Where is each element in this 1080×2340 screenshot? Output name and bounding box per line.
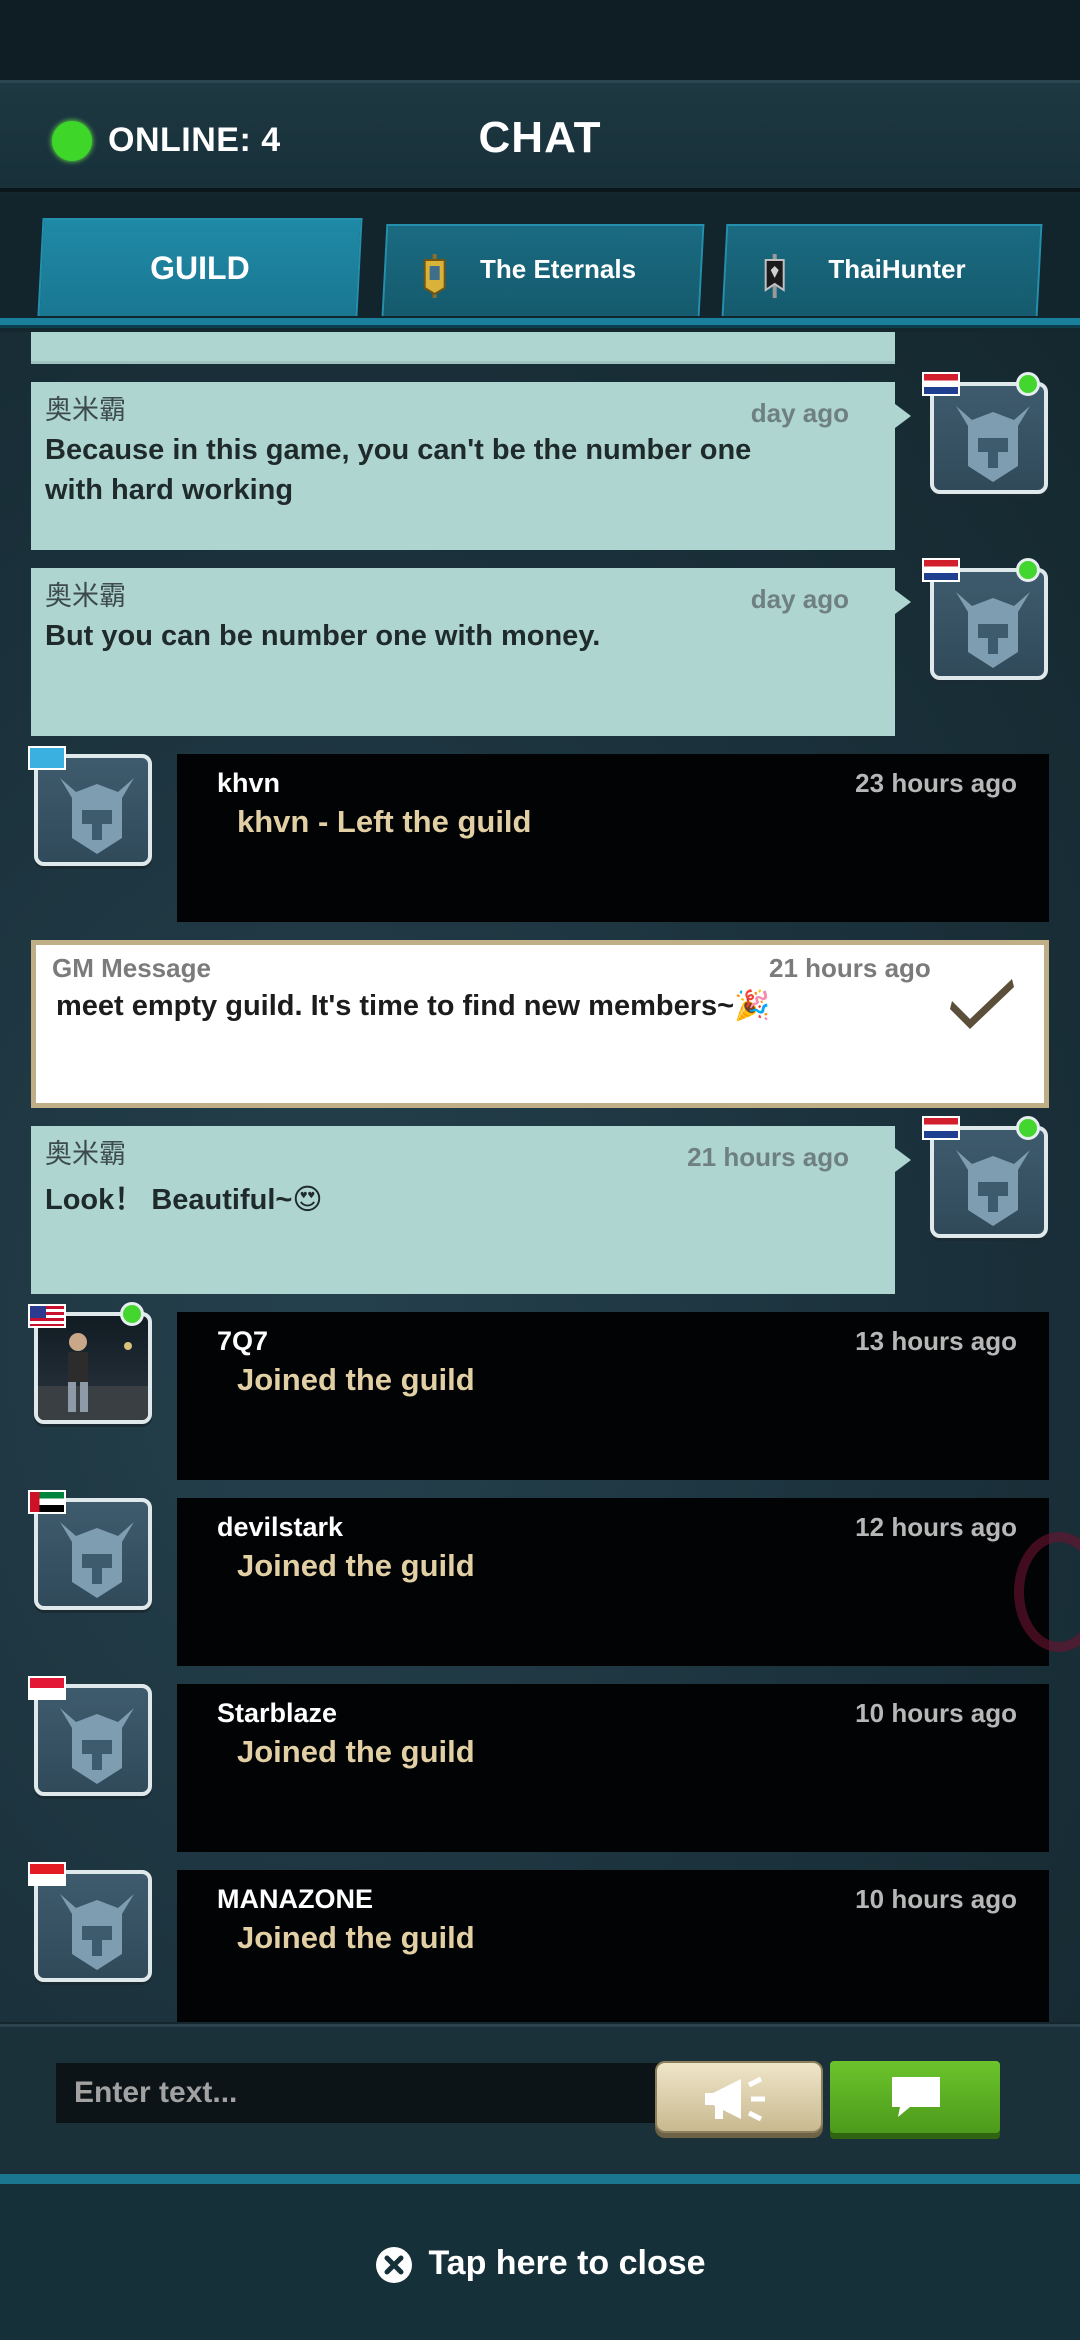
- message-bubble-own[interactable]: 奥米霸 day ago Because in this game, you ca…: [31, 382, 911, 550]
- message-time: 12 hours ago: [855, 1512, 1017, 1542]
- default-helmet-icon: [956, 1150, 1030, 1226]
- country-flag-singapore: [28, 1676, 66, 1700]
- default-helmet-icon: [60, 1708, 134, 1784]
- close-label: Tap here to close: [428, 2244, 706, 2282]
- message-time: 10 hours ago: [855, 1698, 1017, 1728]
- close-bar[interactable]: Tap here to close: [0, 2174, 1080, 2340]
- country-flag-indonesia: [28, 1862, 66, 1886]
- avatar[interactable]: [34, 1870, 152, 1982]
- tab-label: GUILD: [150, 250, 250, 286]
- default-helmet-icon: [60, 778, 134, 854]
- message-text: Because in this game, you can't be the n…: [45, 434, 752, 506]
- message-time: day ago: [750, 584, 849, 614]
- default-helmet-icon: [956, 406, 1030, 482]
- tab-thaihunter[interactable]: ThaiHunter: [721, 224, 1043, 316]
- avatar[interactable]: [34, 1498, 152, 1610]
- message-time: 21 hours ago: [687, 1142, 849, 1172]
- announce-button[interactable]: [655, 2061, 823, 2133]
- system-event-text: Joined the guild: [237, 1920, 475, 1955]
- default-helmet-icon: [60, 1522, 134, 1598]
- avatar[interactable]: [34, 754, 152, 866]
- online-indicator: [120, 1302, 144, 1326]
- message-list[interactable]: 奥米霸 day ago Because in this game, you ca…: [0, 332, 1080, 2022]
- sender-name: 奥米霸: [45, 395, 126, 426]
- sender-name: 奥米霸: [45, 1139, 126, 1170]
- status-bar: [0, 0, 1080, 80]
- message-time: 10 hours ago: [855, 1884, 1017, 1914]
- online-indicator: [1016, 372, 1040, 396]
- country-flag-kazakhstan: [28, 746, 66, 770]
- sender-name: Starblaze: [217, 1698, 338, 1728]
- message-text: But you can be number one with money.: [45, 620, 601, 652]
- tab-label: The Eternals: [479, 254, 637, 284]
- sender-name: GM Message: [52, 953, 211, 983]
- close-icon: [376, 2247, 413, 2284]
- message-bubble-own[interactable]: 奥米霸 day ago But you can be number one wi…: [31, 568, 911, 736]
- tab-label: ThaiHunter: [828, 254, 966, 284]
- avatar[interactable]: [34, 1684, 152, 1796]
- default-helmet-icon: [60, 1894, 134, 1970]
- online-indicator: [1016, 1116, 1040, 1140]
- tab-the-eternals[interactable]: The Eternals: [381, 224, 705, 316]
- sender-name: MANAZONE: [217, 1884, 373, 1914]
- avatar[interactable]: [930, 382, 1048, 494]
- online-indicator: [1016, 558, 1040, 582]
- message-bubble-other[interactable]: khvn 23 hours ago khvn - Left the guild: [177, 754, 1049, 922]
- tab-underline: [0, 318, 1080, 328]
- message-time: 13 hours ago: [855, 1326, 1017, 1356]
- system-event-text: khvn - Left the guild: [237, 804, 532, 839]
- sender-name: 奥米霸: [45, 581, 126, 612]
- message-time: 23 hours ago: [855, 768, 1017, 798]
- gm-message[interactable]: GM Message 21 hours ago meet empty guild…: [31, 940, 1049, 1108]
- country-flag-uae: [28, 1490, 66, 1514]
- message-bubble-own[interactable]: 奥米霸 21 hours ago Look！ Beautiful~😍: [31, 1126, 911, 1294]
- message-bubble-partial: [31, 332, 895, 364]
- checkmark-icon: [950, 979, 1014, 1029]
- chat-tabs: GUILD The Eternals ThaiHunter: [0, 196, 1080, 328]
- country-flag-netherlands: [922, 558, 960, 582]
- user-photo-icon: [38, 1333, 148, 1420]
- chat-bubble-icon: [892, 2077, 940, 2117]
- close-control[interactable]: Tap here to close: [0, 2244, 1080, 2285]
- country-flag-netherlands: [922, 1116, 960, 1140]
- system-event-text: Joined the guild: [237, 1362, 475, 1397]
- default-helmet-icon: [956, 592, 1030, 668]
- system-event-text: Joined the guild: [237, 1548, 475, 1583]
- chat-text-input[interactable]: [56, 2063, 660, 2123]
- country-flag-usa: [28, 1304, 66, 1328]
- chat-input-bar: [0, 2024, 1080, 2174]
- send-button[interactable]: [830, 2061, 1000, 2133]
- chat-header: ONLINE: 4 CHAT: [0, 80, 1080, 192]
- message-bubble-other[interactable]: devilstark 12 hours ago Joined the guild: [177, 1498, 1049, 1666]
- message-bubble-other[interactable]: Starblaze 10 hours ago Joined the guild: [177, 1684, 1049, 1852]
- sender-name: 7Q7: [217, 1326, 269, 1356]
- avatar[interactable]: [930, 1126, 1048, 1238]
- sender-name: devilstark: [217, 1512, 344, 1542]
- page-title: CHAT: [478, 113, 602, 162]
- message-text: meet empty guild. It's time to find new …: [56, 990, 771, 1022]
- country-flag-netherlands: [922, 372, 960, 396]
- avatar[interactable]: [930, 568, 1048, 680]
- system-event-text: Joined the guild: [237, 1734, 475, 1769]
- message-text: Look！ Beautiful~😍: [45, 1184, 323, 1216]
- tab-guild[interactable]: GUILD: [37, 218, 363, 316]
- message-bubble-other[interactable]: 7Q7 13 hours ago Joined the guild: [177, 1312, 1049, 1480]
- message-time: 21 hours ago: [769, 953, 931, 983]
- message-bubble-other[interactable]: MANAZONE 10 hours ago Joined the guild: [177, 1870, 1049, 2022]
- message-time: day ago: [750, 398, 849, 428]
- sender-name: khvn: [217, 768, 281, 798]
- megaphone-icon: [705, 2076, 765, 2122]
- avatar-photo[interactable]: [34, 1312, 152, 1424]
